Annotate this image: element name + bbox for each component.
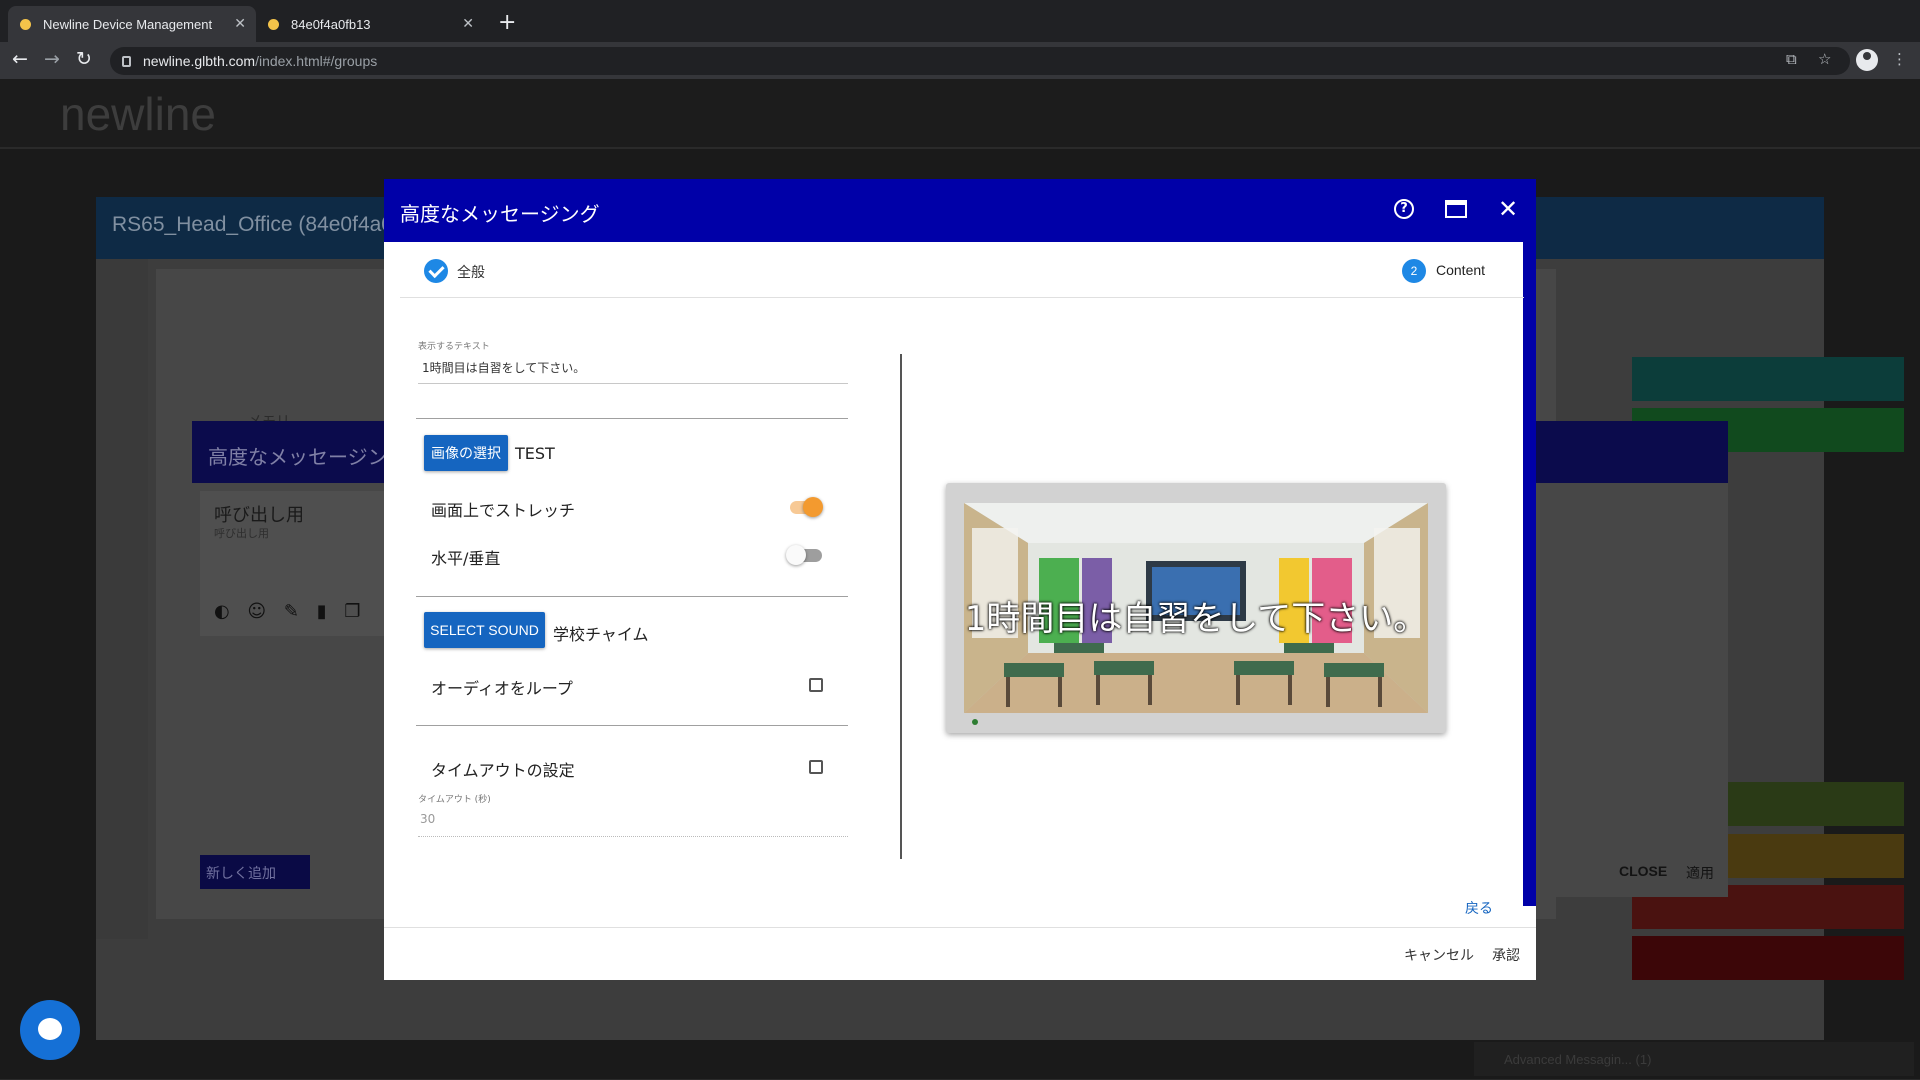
stretch-toggle[interactable]	[786, 495, 826, 519]
status-dot	[972, 719, 978, 725]
minimized-window-tab[interactable]: Advanced Messagin... (1)	[1474, 1042, 1914, 1076]
orientation-toggle[interactable]	[786, 543, 826, 567]
menu-kebab-icon[interactable]: ⋮	[1892, 50, 1907, 68]
message-card: 呼び出し用 呼び出し用 ◐ ☺ ✎ ▮ ❐	[200, 491, 385, 636]
step-complete-check-icon[interactable]	[424, 259, 448, 283]
display-text-input[interactable]: 1時間目は自習をして下さい。	[422, 359, 585, 376]
column-divider	[900, 354, 902, 859]
app-bar: newline	[0, 79, 1920, 147]
tab-title: 84e0f4a0fb13	[291, 16, 371, 32]
section-divider	[416, 418, 848, 419]
browser-tab-active[interactable]: Newline Device Management ✕	[8, 6, 256, 42]
device-sidebar	[96, 259, 148, 939]
classroom-preview-image: 1時間目は自習をして下さい。	[964, 503, 1428, 713]
url-field[interactable]: newline.glbth.com/index.html#/groups	[110, 47, 1850, 75]
card-action-icons: ◐ ☺ ✎ ▮ ❐	[214, 601, 367, 622]
selected-sound-name: 学校チャイム	[553, 625, 649, 644]
browser-tab[interactable]: 84e0f4a0fb13 ✕	[256, 6, 484, 42]
selected-image-name: TEST	[515, 444, 555, 463]
dialog-header: 高度なメッセージング ? ✕	[384, 179, 1536, 242]
maximize-icon[interactable]	[1444, 197, 1468, 221]
add-new-button: 新しく追加	[200, 855, 310, 889]
advanced-messaging-dialog: 高度なメッセージング ? ✕ 全般 2 Content 表示するテキスト 1時間…	[384, 179, 1536, 980]
orientation-label: 水平/垂直	[431, 549, 501, 568]
tab-title: Newline Device Management	[43, 16, 213, 32]
section-divider	[416, 725, 848, 726]
dialog-title: 高度なメッセージング	[400, 202, 600, 226]
background-close-button: CLOSE	[1619, 863, 1668, 879]
card-title: 呼び出し用	[214, 505, 304, 526]
help-icon[interactable]: ?	[1392, 197, 1416, 221]
timeout-field-label: タイムアウト (秒)	[418, 795, 491, 805]
background-dialog-title: 高度なメッセージン	[208, 445, 388, 469]
device-window-title: RS65_Head_Office (84e0f4a0f	[112, 213, 399, 236]
star-icon[interactable]: ☆	[1818, 50, 1831, 68]
tab-close-icon[interactable]: ✕	[234, 15, 246, 32]
forward-arrow-icon[interactable]: →	[44, 48, 60, 70]
favicon-icon	[268, 18, 279, 30]
profile-avatar-icon[interactable]	[1856, 49, 1878, 71]
stepper: 全般 2 Content	[400, 242, 1524, 298]
step-general-label[interactable]: 全般	[457, 262, 485, 282]
confirm-button[interactable]: 承認	[1492, 945, 1520, 965]
browser-tab-bar: Newline Device Management ✕ 84e0f4a0fb13…	[0, 0, 1920, 42]
input-underline	[418, 836, 848, 837]
card-subtitle: 呼び出し用	[214, 527, 269, 540]
dialog-footer: キャンセル 承認	[384, 927, 1536, 980]
cancel-button[interactable]: キャンセル	[1404, 945, 1474, 965]
tab-close-icon[interactable]: ✕	[462, 15, 474, 32]
message-preview-card: 1時間目は自習をして下さい。	[946, 483, 1446, 733]
toggle-knob	[803, 497, 823, 517]
input-underline	[418, 383, 848, 384]
step-number-badge[interactable]: 2	[1402, 259, 1426, 283]
address-bar: ← → ↻ newline.glbth.com/index.html#/grou…	[0, 42, 1920, 79]
scrollbar[interactable]	[1523, 242, 1536, 906]
brand-logo: newline	[60, 88, 216, 140]
translate-icon[interactable]: ⧉	[1786, 50, 1797, 68]
loop-audio-label: オーディオをループ	[431, 679, 573, 698]
action-strip	[1632, 936, 1904, 980]
step-content-label[interactable]: Content	[1436, 262, 1485, 278]
favicon-icon	[20, 18, 31, 30]
timeout-label: タイムアウトの設定	[431, 761, 575, 780]
background-apply-button: 適用	[1686, 866, 1714, 882]
loop-audio-checkbox[interactable]	[809, 678, 823, 692]
chat-bubble-icon[interactable]	[20, 1000, 80, 1060]
section-divider	[416, 596, 848, 597]
timeout-checkbox[interactable]	[809, 760, 823, 774]
lock-icon	[122, 55, 131, 67]
select-sound-button[interactable]: SELECT SOUND	[424, 612, 545, 648]
url-path: /index.html#/groups	[255, 53, 378, 69]
display-text-label: 表示するテキスト	[418, 342, 490, 352]
new-tab-icon[interactable]: +	[498, 12, 516, 34]
back-arrow-icon[interactable]: ←	[12, 48, 28, 70]
action-strip	[1632, 357, 1904, 401]
timeout-seconds-input[interactable]: 30	[420, 812, 435, 826]
close-icon[interactable]: ✕	[1496, 197, 1520, 221]
stretch-label: 画面上でストレッチ	[431, 501, 576, 520]
url-host: newline.glbth.com	[143, 53, 256, 69]
select-image-button[interactable]: 画像の選択	[424, 435, 508, 471]
back-button[interactable]: 戻る	[1465, 898, 1493, 918]
toggle-knob	[786, 545, 806, 565]
reload-icon[interactable]: ↻	[76, 48, 92, 70]
preview-message-text: 1時間目は自習をして下さい。	[964, 599, 1428, 639]
